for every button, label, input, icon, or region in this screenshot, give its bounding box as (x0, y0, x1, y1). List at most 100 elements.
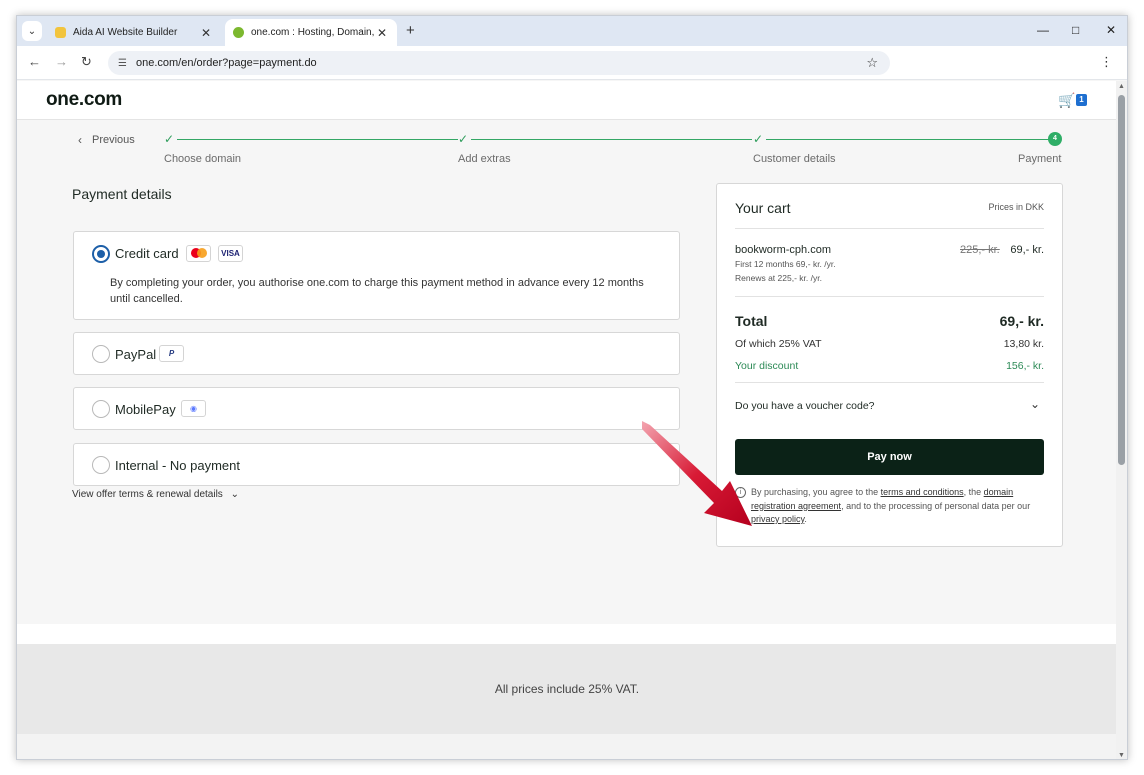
minimize-icon[interactable]: — (1037, 23, 1049, 37)
legal-text: By purchasing, you agree to the (751, 487, 881, 497)
aida-favicon-icon (55, 27, 66, 38)
maximize-icon[interactable]: □ (1072, 23, 1079, 37)
site-header: one.com 🛒 1 (17, 81, 1117, 120)
offer-terms-label: View offer terms & renewal details (72, 489, 223, 500)
credit-card-radio[interactable] (92, 245, 110, 263)
step-current-dot: 4 (1048, 132, 1062, 146)
payment-option-internal[interactable]: Internal - No payment (73, 443, 680, 486)
legal-text: , and to the processing of personal data… (841, 500, 1031, 511)
step-label-payment: Payment (1018, 153, 1062, 165)
step-connector (766, 139, 1049, 140)
payment-details-title: Payment details (72, 186, 172, 202)
step-connector (471, 139, 752, 140)
payment-option-mobilepay[interactable]: MobilePay ◉ (73, 387, 680, 430)
internal-radio[interactable] (92, 456, 110, 474)
total-label: Total (735, 313, 768, 329)
cart-item-name: bookworm-cph.com (735, 244, 831, 256)
discount-label: Your discount (735, 360, 799, 372)
page-scrollbar[interactable]: ▲ ▼ (1116, 81, 1127, 759)
internal-label: Internal - No payment (115, 458, 241, 473)
pay-now-button[interactable]: Pay now (735, 439, 1044, 475)
step-label-customer-details[interactable]: Customer details (753, 153, 836, 165)
cart-title: Your cart (735, 200, 791, 216)
close-tab-icon[interactable]: ✕ (199, 26, 213, 40)
tab-aida[interactable]: Aida AI Website Builder ✕ (47, 19, 221, 46)
forward-icon[interactable]: → (55, 54, 68, 69)
onecom-logo[interactable]: one.com (46, 89, 122, 111)
address-bar[interactable]: ☰ one.com/en/order?page=payment.do ☆ (108, 51, 890, 75)
legal-text: , the (963, 487, 984, 497)
mastercard-icon (186, 245, 211, 262)
mobilepay-label: MobilePay (115, 402, 176, 417)
browser-toolbar: ← → ↻ ☰ one.com/en/order?page=payment.do… (17, 46, 1127, 80)
tab-title: Aida AI Website Builder (73, 27, 178, 38)
scroll-down-icon[interactable]: ▼ (1118, 752, 1125, 759)
cart-count-badge: 1 (1076, 94, 1087, 106)
vat-label: Of which 25% VAT (735, 338, 822, 350)
tab-onecom[interactable]: one.com : Hosting, Domain, Em ✕ (225, 19, 397, 46)
footer: All prices include 25% VAT. (17, 644, 1117, 734)
terms-link[interactable]: terms and conditions (881, 487, 964, 497)
divider (735, 382, 1044, 383)
site-info-icon[interactable]: ☰ (118, 58, 127, 69)
onecom-favicon-icon (233, 27, 244, 38)
divider (735, 296, 1044, 297)
cart-panel: Your cart Prices in DKK bookworm-cph.com… (716, 183, 1063, 547)
divider (735, 228, 1044, 229)
browser-menu-icon[interactable]: ⋮ (1100, 54, 1113, 70)
new-tab-button[interactable]: + (406, 22, 415, 39)
url-text: one.com/en/order?page=payment.do (135, 57, 317, 69)
footer-vat-note: All prices include 25% VAT. (494, 682, 640, 696)
credit-card-label: Credit card (115, 246, 179, 261)
offer-terms-link[interactable]: View offer terms & renewal details ⌄ (72, 489, 239, 500)
previous-link[interactable]: ‹ Previous (78, 133, 135, 147)
credit-card-description: By completing your order, you authorise … (110, 277, 644, 305)
footer-spacer (17, 624, 1117, 644)
cart-item-renewal: Renews at 225,- kr. /yr. (735, 273, 822, 283)
chevron-down-icon: ⌄ (230, 489, 239, 500)
paypal-icon: P (159, 345, 184, 362)
visa-icon: VISA (218, 245, 243, 262)
total-value: 69,- kr. (999, 313, 1044, 329)
voucher-toggle[interactable]: Do you have a voucher code? (735, 400, 875, 412)
close-window-icon[interactable]: ✕ (1106, 23, 1116, 37)
close-tab-icon[interactable]: ✕ (375, 26, 389, 40)
payment-option-credit-card[interactable]: Credit card VISA By completing your orde… (73, 231, 680, 320)
previous-label: Previous (92, 134, 135, 146)
legal-text: . (804, 514, 807, 524)
info-icon: i (735, 487, 746, 498)
cart-item-old-price: 225,- kr. (960, 244, 1000, 256)
tab-search-button[interactable]: ⌄ (22, 21, 42, 41)
step-done-check-icon: ✓ (753, 132, 764, 146)
chevron-left-icon: ‹ (78, 133, 82, 147)
cart-icon[interactable]: 🛒 (1058, 92, 1075, 109)
paypal-label: PayPal (115, 347, 157, 362)
privacy-policy-link[interactable]: privacy policy (751, 514, 804, 524)
back-icon[interactable]: ← (28, 54, 41, 69)
browser-window: ⌄ Aida AI Website Builder ✕ one.com : Ho… (16, 15, 1128, 760)
mobilepay-icon: ◉ (181, 400, 206, 417)
payment-option-paypal[interactable]: PayPal P (73, 332, 680, 375)
step-done-check-icon: ✓ (164, 132, 175, 146)
scroll-up-icon[interactable]: ▲ (1118, 83, 1125, 90)
page-content: one.com 🛒 1 ‹ Previous ✓ ✓ ✓ 4 Choose do… (17, 81, 1117, 759)
bookmark-star-icon[interactable]: ☆ (866, 55, 878, 71)
footer-bottom (17, 734, 1117, 759)
cart-item-first-year: First 12 months 69,- kr. /yr. (735, 259, 836, 269)
discount-value: 156,- kr. (1006, 360, 1044, 372)
step-connector (177, 139, 458, 140)
paypal-radio[interactable] (92, 345, 110, 363)
scrollbar-thumb[interactable] (1118, 95, 1125, 465)
step-done-check-icon: ✓ (458, 132, 469, 146)
reload-icon[interactable]: ↻ (81, 54, 92, 70)
chevron-down-icon: ⌄ (27, 25, 37, 37)
legal-notice: By purchasing, you agree to the terms an… (751, 486, 1041, 527)
tab-bar: ⌄ Aida AI Website Builder ✕ one.com : Ho… (17, 16, 1127, 46)
mobilepay-radio[interactable] (92, 400, 110, 418)
chevron-down-icon[interactable]: ⌄ (1030, 397, 1040, 411)
vat-value: 13,80 kr. (1003, 338, 1044, 350)
step-label-choose-domain[interactable]: Choose domain (164, 153, 241, 165)
prices-currency-note: Prices in DKK (988, 202, 1044, 212)
step-label-add-extras[interactable]: Add extras (458, 153, 511, 165)
cart-item-price: 69,- kr. (1010, 244, 1044, 256)
